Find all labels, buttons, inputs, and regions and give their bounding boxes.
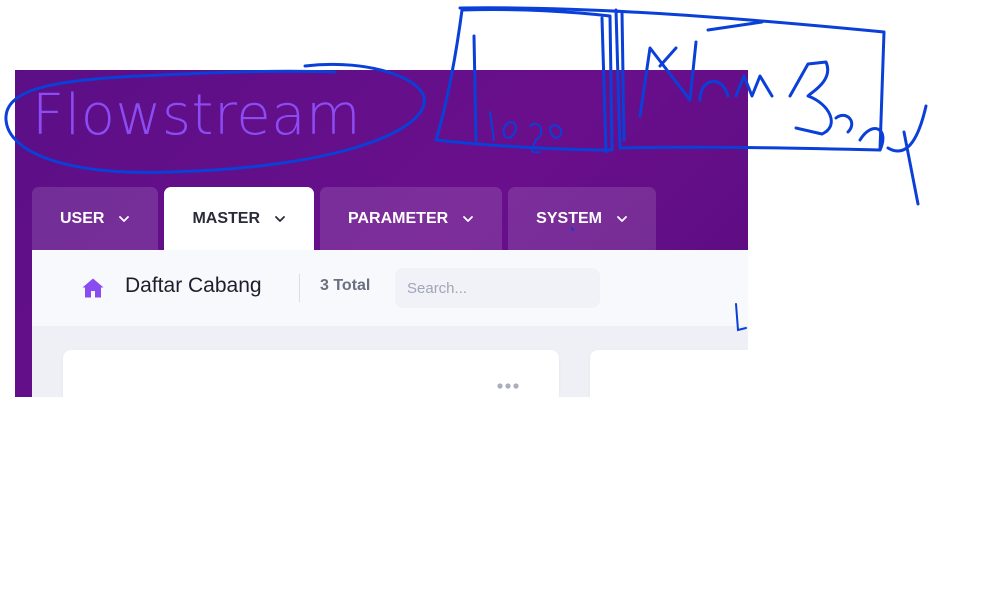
branch-card [63,350,559,397]
chevron-down-icon [616,213,628,225]
page-toolbar: Daftar Cabang 3 Total [32,250,748,326]
tab-master[interactable]: MASTER [164,187,315,250]
search-input[interactable] [395,268,600,308]
tab-system[interactable]: SYSTEM [508,187,656,250]
tab-label: USER [60,209,105,227]
home-icon[interactable] [81,277,105,299]
main-content: Daftar Cabang 3 Total [32,250,748,397]
app-window: Flowstream USER MASTER PARAMETER SYSTEM [15,70,748,397]
tab-parameter[interactable]: PARAMETER [320,187,503,250]
toolbar-divider [299,274,300,302]
main-nav-tabs: USER MASTER PARAMETER SYSTEM [32,187,656,250]
page-title: Daftar Cabang [125,274,262,297]
chevron-down-icon [118,213,130,225]
chevron-down-icon [462,213,474,225]
more-horizontal-icon[interactable] [495,378,521,394]
branch-card [590,350,748,397]
chevron-down-icon [274,213,286,225]
tab-user[interactable]: USER [32,187,159,250]
tab-label: MASTER [192,209,261,227]
tab-label: PARAMETER [348,209,449,227]
tab-label: SYSTEM [536,209,602,227]
total-count: 3 Total [320,277,371,294]
brand-logo: Flowstream [32,83,362,148]
